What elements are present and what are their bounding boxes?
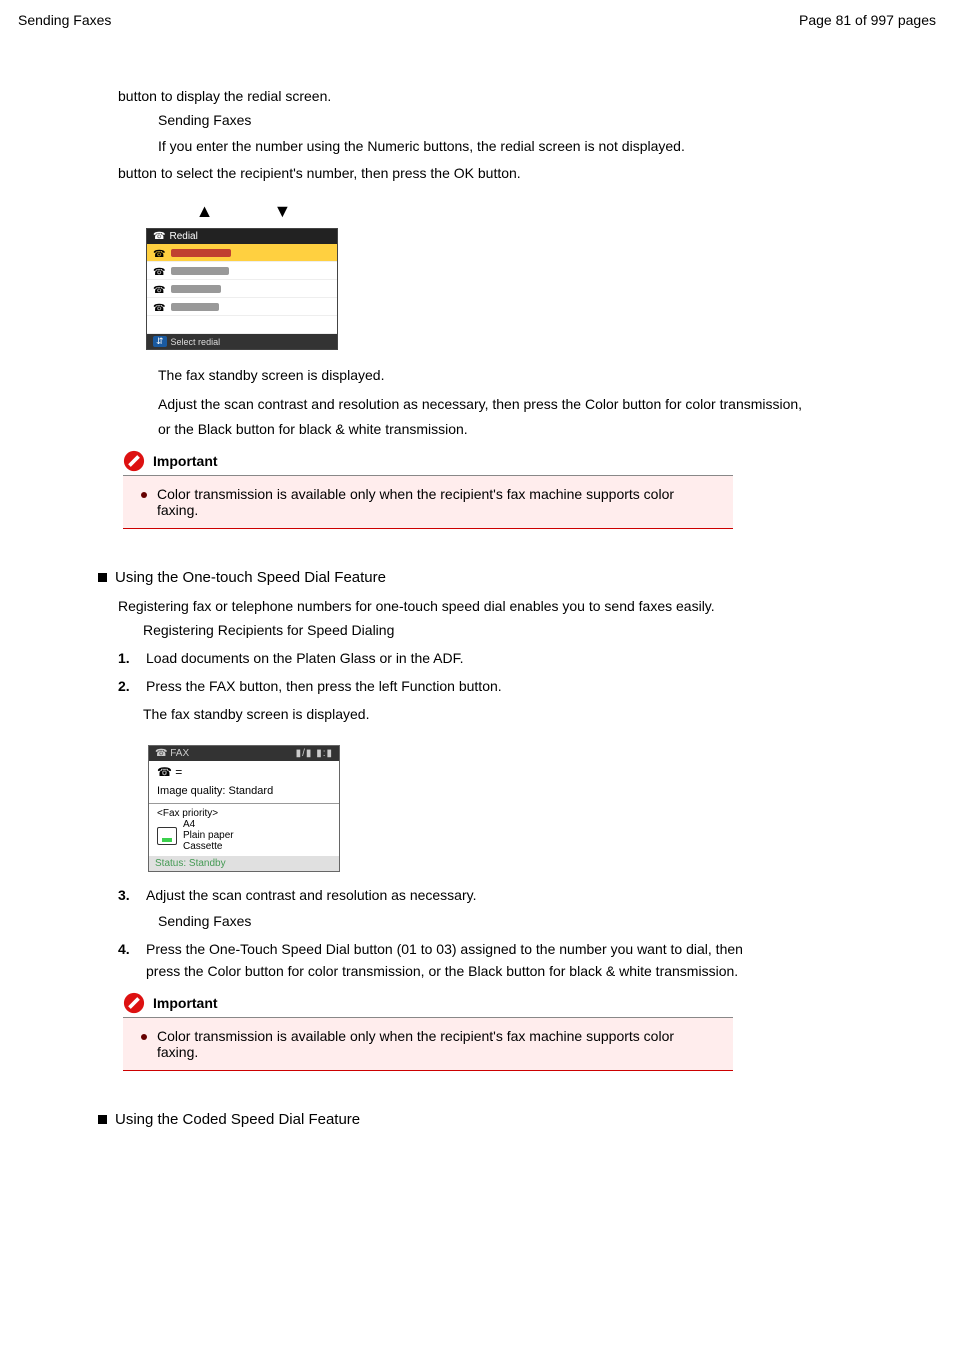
redial-footer: Select redial [171, 337, 221, 347]
phone-icon [153, 299, 165, 314]
post-redial-p2a: Adjust the scan contrast and resolution … [158, 394, 906, 415]
important-icon [123, 450, 145, 472]
step-c3-ref: Sending Faxes [158, 913, 906, 929]
subsection-title-1: Using the One-touch Speed Dial Feature [115, 569, 386, 586]
fax-time: ▮/▮ ▮:▮ [296, 748, 333, 759]
important-block-1: Important Color transmission is availabl… [123, 450, 733, 529]
redial-title: Redial [169, 231, 197, 242]
important-block-2: Important Color transmission is availabl… [123, 992, 733, 1071]
redial-icon [153, 231, 165, 242]
fax-icon [155, 748, 167, 759]
step3-para1: If you enter the number using the Numeri… [158, 136, 906, 157]
fax-image-quality: Image quality: Standard [149, 783, 339, 804]
printer-icon [157, 827, 177, 845]
header-left: Sending Faxes [18, 12, 111, 28]
step-c3: 3.Adjust the scan contrast and resolutio… [118, 887, 906, 903]
header-right: Page 81 of 997 pages [799, 12, 936, 28]
step-c4a: 4.Press the One-Touch Speed Dial button … [118, 941, 906, 957]
redial-row-4[interactable] [147, 298, 337, 316]
subsection1-intro: Registering fax or telephone numbers for… [118, 598, 906, 614]
post-redial-p1: The fax standby screen is displayed. [158, 365, 906, 386]
fax-title: FAX [170, 748, 189, 759]
important-label-2: Important [153, 995, 218, 1011]
step-b2: 2.Press the FAX button, then press the l… [118, 678, 906, 694]
phone-icon [153, 263, 165, 278]
redial-row-1[interactable] [147, 244, 337, 262]
redial-row-2[interactable] [147, 262, 337, 280]
important-label-1: Important [153, 453, 218, 469]
bullet-icon [141, 492, 147, 498]
phone-icon [153, 245, 165, 260]
fax-size: A4 [183, 819, 234, 830]
fax-paper: Plain paper [183, 830, 234, 841]
subsection1-ref: Registering Recipients for Speed Dialing [143, 622, 906, 638]
redial-screenshot: ▲ ▼ Redial ⇵ Select redial [146, 201, 341, 350]
redial-row-3[interactable] [147, 280, 337, 298]
square-marker-icon-2 [98, 1115, 107, 1124]
bullet-icon-2 [141, 1034, 147, 1040]
subsection-title-2: Using the Coded Speed Dial Feature [115, 1111, 360, 1128]
post-redial-p2b: or the Black button for black & white tr… [158, 419, 906, 440]
fax-status: Status: Standby [149, 856, 339, 871]
fax-source: Cassette [183, 841, 234, 852]
step-c4b: press the Color button for color transmi… [146, 961, 906, 982]
important-text-1: Color transmission is available only whe… [157, 486, 715, 518]
step-b1: 1.Load documents on the Platen Glass or … [118, 650, 906, 666]
subsection-onetouch: Using the One-touch Speed Dial Feature [98, 569, 906, 586]
important-icon-2 [123, 992, 145, 1014]
phone-icon [153, 281, 165, 296]
subsection-coded: Using the Coded Speed Dial Feature [98, 1111, 906, 1128]
fax-tel-row: ☎ = [149, 761, 339, 783]
square-marker-icon [98, 573, 107, 582]
step3-ref: Sending Faxes [158, 112, 906, 128]
fax-standby-screenshot: FAX ▮/▮ ▮:▮ ☎ = Image quality: Standard <… [148, 745, 343, 872]
nav-icon: ⇵ [153, 336, 167, 347]
important-text-2: Color transmission is available only whe… [157, 1028, 715, 1060]
step3-line: button to display the redial screen. [118, 88, 906, 104]
down-arrow-icon: ▼ [274, 201, 292, 222]
step-b2b: The fax standby screen is displayed. [143, 704, 906, 725]
fax-priority-label: <Fax priority> [157, 808, 331, 819]
up-arrow-icon: ▲ [196, 201, 214, 222]
step4-line: button to select the recipient's number,… [118, 165, 906, 181]
